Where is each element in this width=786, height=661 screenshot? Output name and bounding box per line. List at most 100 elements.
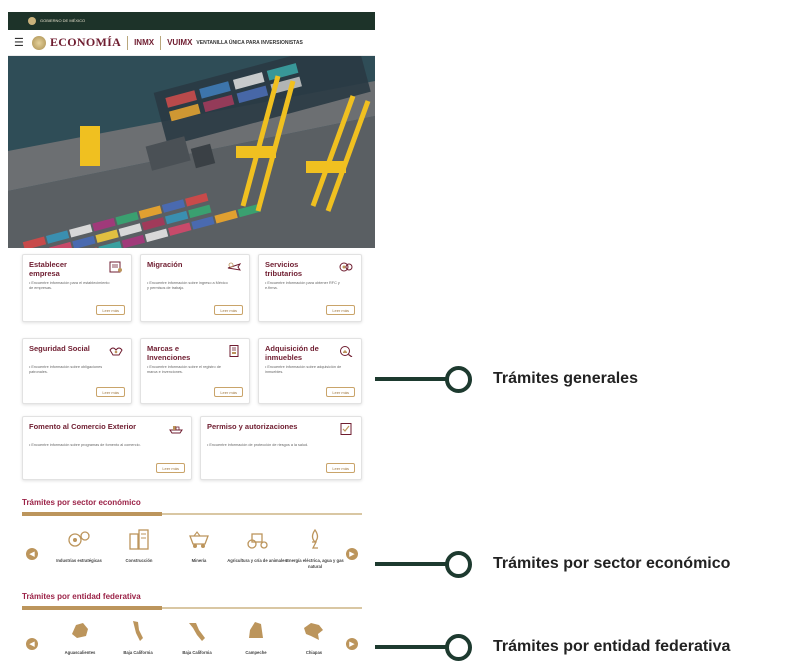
- trademark-icon: [229, 345, 239, 357]
- card-migracion[interactable]: Migración • Encuentre información sobre …: [140, 254, 250, 322]
- site-header: ☰ ECONOMÍA INMX VUIMX VENTANILLA ÚNICA P…: [8, 30, 375, 56]
- card-description: • Encuentre información para obtener RFC…: [265, 281, 340, 290]
- callout-marker-generales: [445, 366, 472, 393]
- vuimx-logo[interactable]: VUIMX: [167, 38, 192, 47]
- economia-emblem-icon: [32, 35, 46, 50]
- entidad-item-chiapas[interactable]: Chiapas: [284, 620, 344, 656]
- read-more-button[interactable]: Leer más: [156, 463, 185, 473]
- card-description: • Encuentre información sobre el registr…: [147, 365, 221, 374]
- entidad-section-divider: [22, 606, 362, 610]
- read-more-button[interactable]: Leer más: [326, 305, 355, 315]
- card-seguridad-social[interactable]: Seguridad Social • Encuentre información…: [22, 338, 132, 404]
- card-description: • Encuentre información sobre obligacion…: [29, 365, 103, 374]
- entidad-item-aguascalientes[interactable]: Aguascalientes: [50, 620, 110, 656]
- airplane-icon: [227, 262, 241, 271]
- entidad-item-baja-california-sur[interactable]: Baja California: [167, 620, 227, 656]
- entidad-item-label: Chiapas: [305, 650, 323, 655]
- baja-california-map-icon: [133, 621, 143, 641]
- entidad-item-label: Campeche: [245, 650, 267, 655]
- entidad-item-label: Baja California: [123, 650, 153, 655]
- callout-line-generales: [375, 377, 453, 381]
- government-text: GOBIERNO DE MÉXICO: [40, 18, 86, 23]
- sector-item-label: Industrias estratégicas: [56, 558, 102, 563]
- inmx-logo[interactable]: INMX: [134, 38, 154, 47]
- card-title: Permiso y autorizaciones: [207, 422, 298, 431]
- sector-section-title: Trámites por sector económico: [22, 498, 141, 507]
- chiapas-map-icon: [304, 623, 323, 640]
- card-title: Servicios tributarios: [265, 260, 303, 278]
- document-icon: [109, 261, 122, 273]
- entidad-item-baja-california[interactable]: Baja California: [108, 620, 168, 656]
- read-more-button[interactable]: Leer más: [326, 463, 355, 473]
- callout-marker-entidad: [445, 634, 472, 661]
- sector-item-mineria[interactable]: Minería: [169, 528, 229, 564]
- economia-logo[interactable]: ECONOMÍA: [50, 35, 121, 50]
- coins-icon: [339, 262, 353, 272]
- card-title: Establecer empresa: [29, 260, 67, 278]
- sector-item-energia[interactable]: Energía eléctrica, agua y gas natural: [285, 528, 345, 569]
- card-title: Seguridad Social: [29, 344, 90, 353]
- baja-california-sur-map-icon: [189, 623, 205, 641]
- water-energy-icon: [311, 528, 319, 549]
- card-title: Fomento al Comercio Exterior: [29, 422, 137, 431]
- vu-title: VENTANILLA ÚNICA PARA INVERSIONISTAS: [196, 39, 303, 46]
- card-adquisicion-inmuebles[interactable]: Adquisición de inmuebles • Encuentre inf…: [258, 338, 362, 404]
- entidad-section-title: Trámites por entidad federativa: [22, 592, 141, 601]
- sector-item-industrias[interactable]: Industrias estratégicas: [49, 528, 109, 564]
- read-more-button[interactable]: Leer más: [326, 387, 355, 397]
- read-more-button[interactable]: Leer más: [214, 387, 243, 397]
- sector-item-label: Agricultura y cría de animales: [227, 558, 287, 563]
- entidad-item-campeche[interactable]: Campeche: [226, 620, 286, 656]
- header-divider: [160, 35, 162, 50]
- tractor-icon: [247, 533, 268, 549]
- section-divider-accent: [22, 606, 162, 610]
- callout-line-sector: [375, 562, 453, 566]
- hero-image-port: [8, 56, 375, 248]
- aguascalientes-map-icon: [72, 623, 88, 638]
- sector-prev-button[interactable]: ◀: [26, 548, 38, 560]
- header-divider: [127, 35, 129, 50]
- card-permiso-autorizaciones[interactable]: Permiso y autorizaciones • Encuentre inf…: [200, 416, 362, 480]
- checklist-icon: [340, 423, 352, 435]
- card-establecer-empresa[interactable]: Establecer empresa • Encuentre informaci…: [22, 254, 132, 322]
- callout-marker-sector: [445, 551, 472, 578]
- entidad-next-button[interactable]: ▶: [346, 638, 358, 650]
- government-seal-icon: [28, 17, 36, 25]
- card-description: • Encuentre información de protección de…: [207, 443, 309, 447]
- buildings-icon: [129, 529, 149, 550]
- callout-label-entidad: Trámites por entidad federativa: [493, 638, 731, 655]
- read-more-button[interactable]: Leer más: [96, 305, 125, 315]
- read-more-button[interactable]: Leer más: [214, 305, 243, 315]
- card-title: Marcas e Invenciones: [147, 344, 191, 362]
- sector-item-agricultura[interactable]: Agricultura y cría de animales: [227, 528, 287, 564]
- hamburger-icon[interactable]: ☰: [14, 36, 28, 49]
- card-marcas-invenciones[interactable]: Marcas e Invenciones • Encuentre informa…: [140, 338, 250, 404]
- sector-section-divider: [22, 512, 362, 516]
- callout-line-entidad: [375, 645, 453, 649]
- sector-item-label: Minería: [191, 558, 207, 563]
- sector-item-label: Energía eléctrica, agua y gas natural: [286, 558, 344, 569]
- entidad-item-label: Baja California: [182, 650, 212, 655]
- section-divider-accent: [22, 512, 162, 516]
- government-bar: GOBIERNO DE MÉXICO: [8, 12, 375, 30]
- handshake-icon: [109, 347, 123, 356]
- card-fomento-comercio-exterior[interactable]: Fomento al Comercio Exterior • Encuentre…: [22, 416, 192, 480]
- house-search-icon: [340, 346, 353, 357]
- campeche-map-icon: [249, 622, 263, 638]
- card-title: Migración: [147, 260, 183, 269]
- entidad-prev-button[interactable]: ◀: [26, 638, 38, 650]
- port-aerial-image: [8, 56, 375, 248]
- card-title: Adquisición de inmuebles: [265, 344, 319, 362]
- read-more-button[interactable]: Leer más: [96, 387, 125, 397]
- sector-item-construccion[interactable]: Construcción: [109, 528, 169, 564]
- ship-icon: [169, 426, 183, 434]
- sector-next-button[interactable]: ▶: [346, 548, 358, 560]
- card-description: • Encuentre información para el establec…: [29, 281, 110, 290]
- mobile-screenshot: GOBIERNO DE MÉXICO ☰ ECONOMÍA INMX VUIMX…: [8, 12, 375, 659]
- mining-cart-icon: [189, 531, 209, 548]
- callout-label-sector: Trámites por sector económico: [493, 555, 731, 572]
- gears-icon: [68, 531, 90, 547]
- card-servicios-tributarios[interactable]: Servicios tributarios • Encuentre inform…: [258, 254, 362, 322]
- card-description: • Encuentre información sobre programas …: [29, 443, 141, 447]
- callout-label-generales: Trámites generales: [493, 370, 638, 387]
